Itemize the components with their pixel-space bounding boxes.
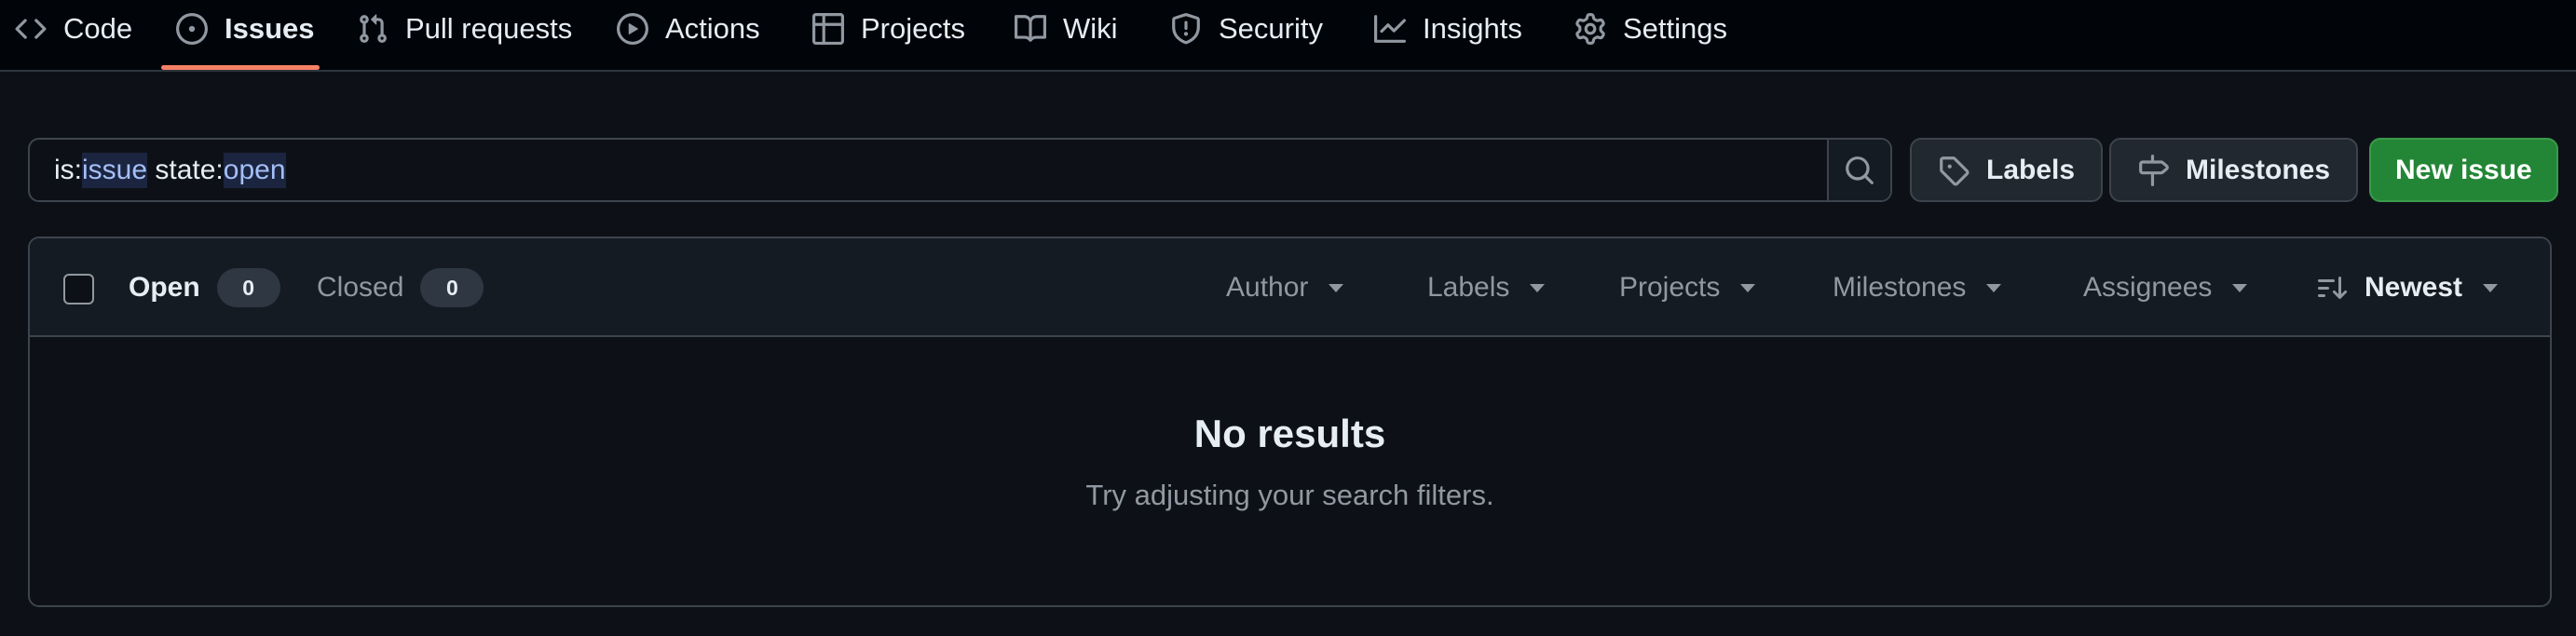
tag-icon: [1938, 155, 1969, 186]
open-count-badge: 0: [216, 268, 280, 307]
sort-label: Newest: [2365, 272, 2463, 303]
tab-projects[interactable]: Projects: [797, 0, 980, 70]
assignees-filter[interactable]: Assignees: [2083, 266, 2248, 309]
labels-filter[interactable]: Labels: [1427, 266, 1546, 309]
tab-insights[interactable]: Insights: [1359, 0, 1537, 70]
repo-nav: Code Issues Pull requests Actions Projec…: [0, 0, 2576, 72]
triangle-down-icon: [1329, 283, 1344, 292]
query-token-issue: issue: [82, 152, 148, 188]
tab-settings[interactable]: Settings: [1560, 0, 1742, 70]
issue-search-bar: is: issue state: open: [28, 138, 1892, 202]
tab-insights-label: Insights: [1423, 11, 1522, 45]
tab-pull-requests-label: Pull requests: [405, 11, 573, 45]
tab-code-label: Code: [63, 11, 133, 45]
milestones-filter-label: Milestones: [1833, 272, 1967, 303]
gear-icon: [1574, 12, 1606, 45]
triangle-down-icon: [1986, 283, 2002, 292]
triangle-down-icon: [1530, 283, 1546, 292]
search-button[interactable]: [1827, 140, 1890, 200]
closed-issues-tab[interactable]: Closed 0: [317, 266, 484, 309]
new-issue-button-label: New issue: [2395, 154, 2532, 185]
empty-state-subtitle: Try adjusting your search filters.: [1085, 479, 1494, 511]
tab-projects-label: Projects: [861, 11, 965, 45]
code-icon: [15, 13, 47, 45]
tab-wiki-label: Wiki: [1063, 11, 1118, 45]
projects-filter-label: Projects: [1619, 272, 1721, 303]
book-icon: [1015, 13, 1046, 45]
open-issues-tab[interactable]: Open 0: [129, 266, 280, 309]
projects-filter[interactable]: Projects: [1619, 266, 1756, 309]
tab-actions[interactable]: Actions: [602, 0, 775, 70]
query-qualifier: state:: [147, 154, 224, 185]
milestones-filter[interactable]: Milestones: [1833, 266, 2002, 309]
search-input[interactable]: is: issue state: open: [30, 140, 1827, 200]
labels-filter-label: Labels: [1427, 272, 1510, 303]
graph-icon: [1374, 13, 1406, 45]
open-label: Open: [129, 272, 200, 303]
empty-state-title: No results: [1193, 412, 1386, 455]
closed-count-badge: 0: [420, 268, 484, 307]
select-all-checkbox[interactable]: [63, 274, 94, 304]
labels-button[interactable]: Labels: [1910, 138, 2104, 202]
milestone-icon: [2137, 154, 2169, 186]
tab-issues[interactable]: Issues: [161, 0, 330, 70]
triangle-down-icon: [2232, 283, 2248, 292]
search-icon: [1844, 155, 1875, 186]
tab-settings-label: Settings: [1623, 11, 1728, 45]
query-qualifier: is:: [54, 154, 82, 185]
query-token-open: open: [223, 152, 286, 188]
table-icon: [812, 12, 844, 45]
play-icon: [617, 12, 648, 45]
sort-dropdown[interactable]: Newest: [2318, 266, 2499, 309]
author-filter[interactable]: Author: [1226, 266, 1344, 309]
triangle-down-icon: [1740, 283, 1756, 292]
tab-pull-requests[interactable]: Pull requests: [342, 0, 587, 70]
issues-list-header: Open 0 Closed 0 Author Labels Projects M…: [30, 238, 2550, 337]
author-filter-label: Author: [1226, 272, 1309, 303]
tab-actions-label: Actions: [665, 11, 760, 45]
active-tab-underline: [161, 65, 320, 70]
tab-issues-label: Issues: [225, 11, 315, 45]
milestones-button[interactable]: Milestones: [2109, 138, 2359, 202]
assignees-filter-label: Assignees: [2083, 272, 2213, 303]
tab-wiki[interactable]: Wiki: [1000, 0, 1133, 70]
tab-code[interactable]: Code: [0, 0, 147, 70]
issues-list: Open 0 Closed 0 Author Labels Projects M…: [28, 237, 2552, 607]
git-pull-request-icon: [357, 13, 388, 45]
labels-button-label: Labels: [1986, 154, 2076, 185]
sort-desc-icon: [2318, 273, 2348, 303]
closed-label: Closed: [317, 272, 404, 303]
tab-security[interactable]: Security: [1155, 0, 1338, 70]
tab-security-label: Security: [1219, 11, 1323, 45]
shield-icon: [1170, 12, 1202, 45]
issue-opened-icon: [176, 12, 208, 45]
milestones-button-label: Milestones: [2186, 154, 2331, 185]
triangle-down-icon: [2483, 283, 2499, 292]
new-issue-button[interactable]: New issue: [2369, 138, 2558, 202]
